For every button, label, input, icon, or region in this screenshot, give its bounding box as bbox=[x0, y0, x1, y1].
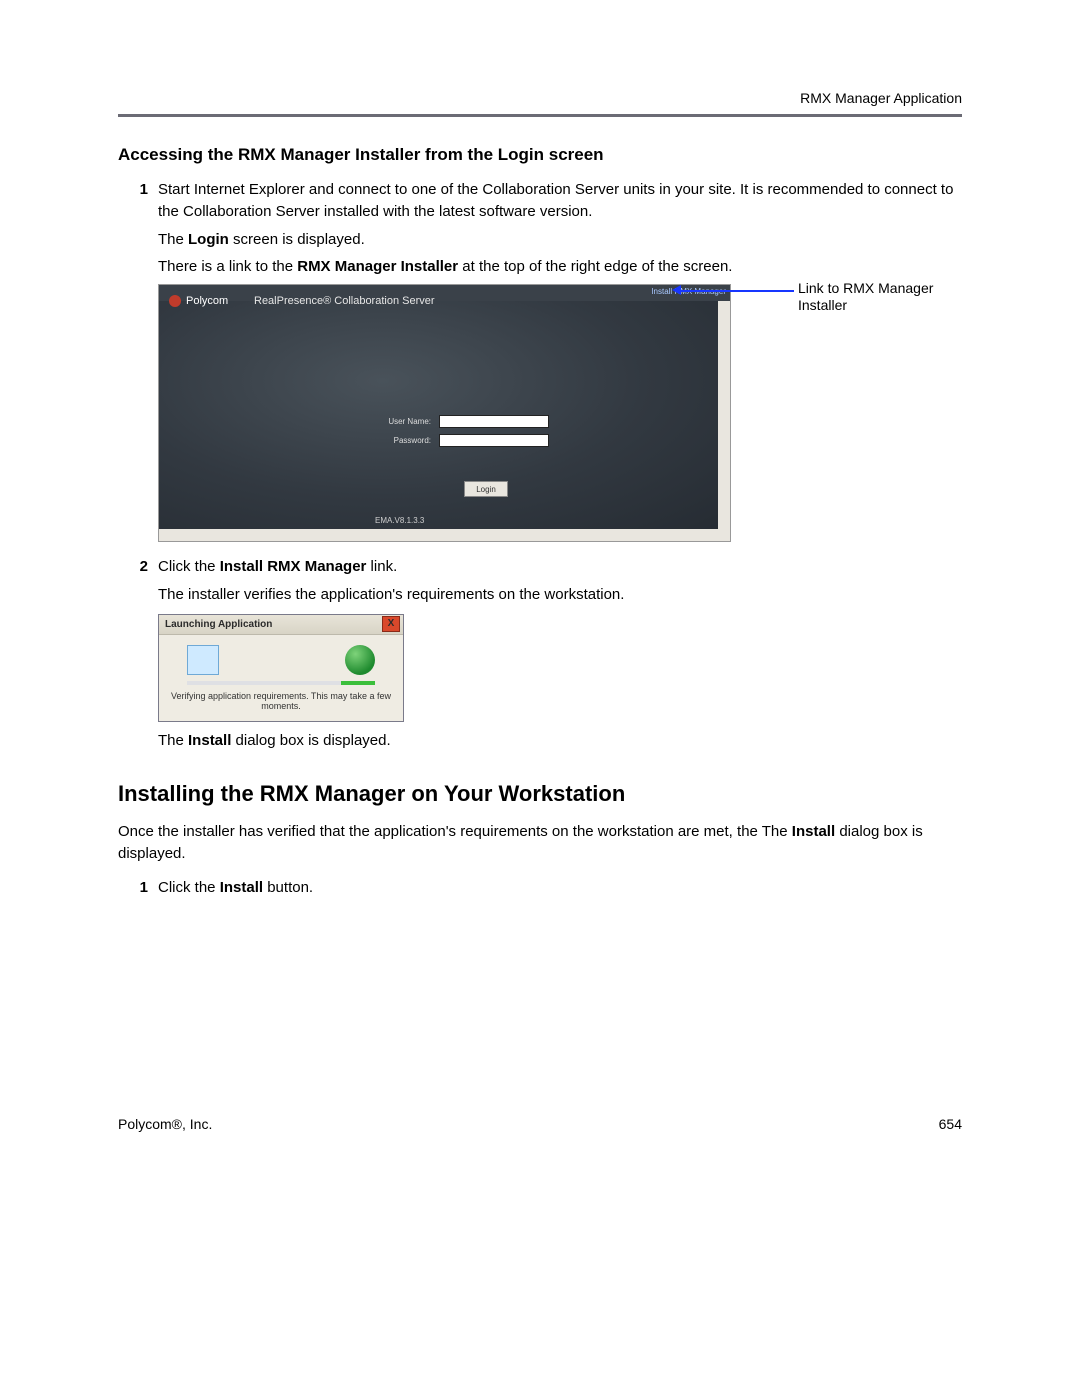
dialog-message: Verifying application requirements. This… bbox=[169, 691, 393, 711]
close-button[interactable]: X bbox=[382, 616, 400, 632]
step-number: 1 bbox=[118, 179, 158, 223]
step-number: 1 bbox=[118, 877, 158, 899]
s1-login-displayed: The Login screen is displayed. bbox=[158, 229, 962, 251]
close-icon: X bbox=[388, 619, 395, 629]
brand: Polycom bbox=[169, 295, 228, 307]
txt: Click the bbox=[158, 879, 220, 896]
dialog-title: Launching Application bbox=[165, 619, 272, 630]
scrollbar-horizontal[interactable] bbox=[159, 529, 730, 541]
username-input[interactable] bbox=[439, 415, 549, 428]
figure-login-screen: Install RMX Manager Polycom RealPresence… bbox=[158, 284, 958, 546]
s1-step1: 1 Start Internet Explorer and connect to… bbox=[118, 179, 962, 223]
polycom-logo-icon bbox=[169, 295, 181, 307]
password-input[interactable] bbox=[439, 434, 549, 447]
step-text: Start Internet Explorer and connect to o… bbox=[158, 179, 962, 223]
login-form: User Name: Password: bbox=[375, 415, 549, 453]
computer-icon bbox=[187, 645, 219, 675]
txt: at the top of the right edge of the scre… bbox=[458, 258, 732, 275]
s2-step1: 1 Click the Install button. bbox=[118, 877, 962, 899]
s1-verify: The installer verifies the application's… bbox=[158, 584, 962, 606]
s1-install-displayed: The Install dialog box is displayed. bbox=[158, 730, 962, 752]
txt: The bbox=[158, 231, 188, 248]
bold: RMX Manager Installer bbox=[297, 258, 458, 275]
header-rule bbox=[118, 114, 962, 117]
dialog-body: Verifying application requirements. This… bbox=[159, 635, 403, 721]
brand-text: Polycom bbox=[186, 295, 228, 307]
scrollbar-vertical[interactable] bbox=[718, 301, 730, 529]
txt: button. bbox=[263, 879, 313, 896]
txt: There is a link to the bbox=[158, 258, 297, 275]
page-footer: Polycom®, Inc. 654 bbox=[118, 1116, 962, 1132]
step-text: Click the Install button. bbox=[158, 877, 962, 899]
step-text: Click the Install RMX Manager link. bbox=[158, 556, 962, 578]
txt: Click the bbox=[158, 558, 220, 575]
txt: Once the installer has verified that the… bbox=[118, 823, 792, 840]
bold: Install bbox=[792, 823, 835, 840]
bold: Login bbox=[188, 231, 229, 248]
txt: link. bbox=[366, 558, 397, 575]
running-header: RMX Manager Application bbox=[118, 90, 962, 106]
txt: The bbox=[158, 732, 188, 749]
txt: dialog box is displayed. bbox=[231, 732, 390, 749]
footer-left: Polycom®, Inc. bbox=[118, 1116, 212, 1132]
figure-launching-dialog: Launching Application X Verifying applic… bbox=[158, 614, 404, 722]
s1-step2: 2 Click the Install RMX Manager link. bbox=[118, 556, 962, 578]
password-label: Password: bbox=[375, 436, 431, 445]
version-label: EMA.V8.1.3.3 bbox=[375, 516, 424, 525]
txt: screen is displayed. bbox=[229, 231, 365, 248]
username-label: User Name: bbox=[375, 417, 431, 426]
bold: Install bbox=[188, 732, 231, 749]
section1-title: Accessing the RMX Manager Installer from… bbox=[118, 145, 962, 165]
dialog-titlebar: Launching Application X bbox=[159, 615, 403, 635]
globe-icon bbox=[345, 645, 375, 675]
step-number: 2 bbox=[118, 556, 158, 578]
section2-title: Installing the RMX Manager on Your Works… bbox=[118, 781, 962, 807]
page-number: 654 bbox=[939, 1116, 962, 1132]
login-button[interactable]: Login bbox=[464, 481, 508, 497]
progress-bar bbox=[187, 681, 375, 685]
callout-text: Link to RMX Manager Installer bbox=[798, 280, 958, 314]
login-screenshot: Install RMX Manager Polycom RealPresence… bbox=[158, 284, 731, 542]
bold: Install bbox=[220, 879, 263, 896]
callout-line bbox=[678, 290, 794, 292]
s2-intro: Once the installer has verified that the… bbox=[118, 821, 962, 865]
product-name: RealPresence® Collaboration Server bbox=[254, 295, 435, 307]
s1-link-line: There is a link to the RMX Manager Insta… bbox=[158, 256, 962, 278]
bold: Install RMX Manager bbox=[220, 558, 367, 575]
